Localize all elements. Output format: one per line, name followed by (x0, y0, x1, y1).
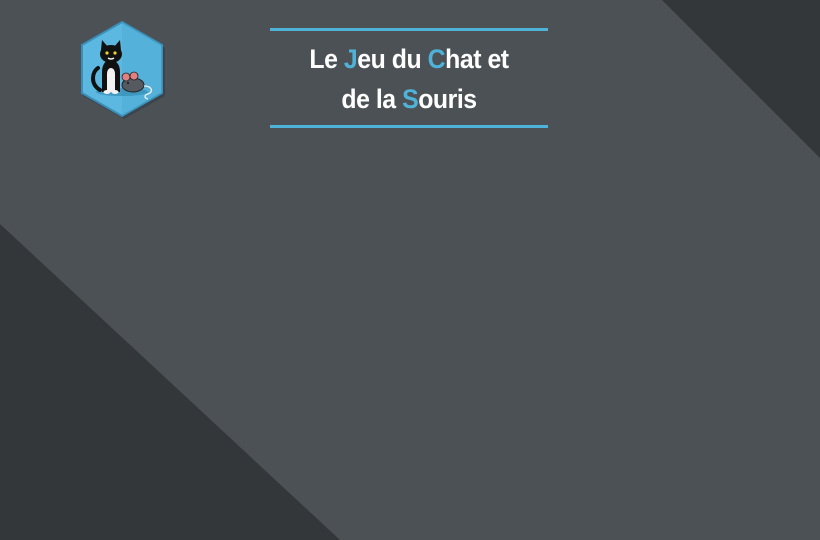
title-highlight-letter: C (427, 44, 446, 74)
title-text: ouris (418, 84, 477, 114)
title-text: hat et (445, 44, 509, 74)
cat-and-mouse-icon (81, 20, 165, 119)
title-highlight-letter: S (402, 84, 419, 114)
title-text: eu du (357, 44, 428, 74)
title-text: Le (309, 44, 344, 74)
title-line-2: de la Souris (281, 79, 537, 119)
title-highlight-letter: J (343, 44, 358, 74)
game-title: Le Jeu du Chat et de la Souris (281, 31, 537, 125)
title-text: de la (341, 84, 403, 114)
title-line-1: Le Jeu du Chat et (281, 39, 537, 79)
title-block: Le Jeu du Chat et de la Souris (270, 28, 548, 128)
title-bottom-rule (270, 125, 548, 128)
